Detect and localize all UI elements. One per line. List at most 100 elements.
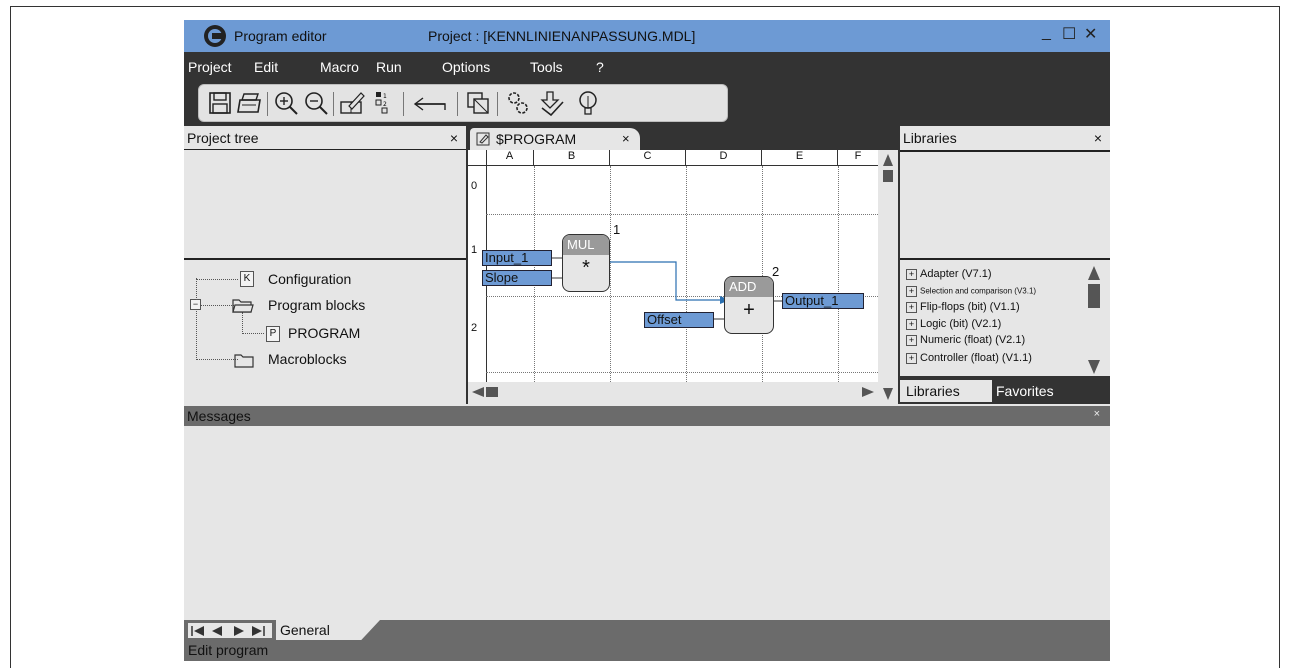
tab-libraries[interactable]: Libraries: [900, 380, 992, 402]
tab-close-button[interactable]: ×: [622, 131, 630, 146]
maximize-button[interactable]: ☐: [1062, 24, 1076, 44]
first-tab-icon[interactable]: [188, 623, 206, 638]
toolbar-separator: [267, 92, 268, 116]
copy-block-icon[interactable]: [465, 90, 491, 116]
window-title: Program editor: [234, 28, 327, 44]
mul-block[interactable]: MUL *: [562, 234, 610, 292]
scroll-up-icon[interactable]: [883, 154, 893, 166]
tree-item-program-blocks[interactable]: Program blocks: [268, 297, 365, 313]
libraries-scrollbar[interactable]: [1084, 266, 1104, 374]
settings-icon[interactable]: [505, 90, 531, 116]
scroll-down-icon[interactable]: [1088, 360, 1100, 374]
editor-tab-bar: $PROGRAM ×: [468, 126, 898, 150]
editor-horizontal-scrollbar[interactable]: [468, 382, 878, 404]
app-logo-icon: [204, 25, 226, 47]
scroll-thumb[interactable]: [883, 170, 893, 182]
tab-favorites[interactable]: Favorites: [990, 380, 1106, 402]
messages-tab-bar: General: [184, 620, 1110, 640]
configuration-icon: K: [240, 271, 254, 287]
svg-text:2: 2: [383, 101, 387, 108]
library-item[interactable]: + Numeric (float) (V2.1): [906, 334, 1025, 346]
tree-line: [196, 279, 238, 280]
multiply-symbol: *: [582, 257, 590, 279]
minimize-button[interactable]: _: [1042, 24, 1051, 42]
block-number: 1: [613, 222, 621, 237]
library-item-label: Logic (bit) (V2.1): [920, 318, 1002, 330]
project-tree-close-button[interactable]: ×: [450, 130, 458, 146]
tree-item-program[interactable]: PROGRAM: [288, 325, 360, 341]
scroll-right-icon[interactable]: [862, 387, 874, 397]
libraries-close-button[interactable]: ×: [1094, 130, 1102, 146]
bulb-icon[interactable]: [575, 90, 601, 116]
tab-label: General: [280, 622, 330, 638]
menu-options[interactable]: Options: [442, 59, 490, 75]
editor-vertical-scrollbar[interactable]: [878, 150, 898, 404]
program-icon: P: [266, 326, 280, 342]
signal-input-1[interactable]: Input_1: [482, 250, 552, 266]
library-item[interactable]: + Logic (bit) (V2.1): [906, 318, 1001, 330]
scroll-thumb[interactable]: [1088, 284, 1100, 308]
numbering-icon[interactable]: 1 2: [371, 90, 397, 116]
folder-open-icon: [232, 299, 254, 313]
menu-help[interactable]: ?: [596, 59, 604, 75]
block-number: 2: [772, 264, 780, 279]
close-button[interactable]: ✕: [1084, 24, 1097, 44]
edit-icon: [476, 132, 490, 146]
library-item-label: Adapter (V7.1): [920, 268, 992, 280]
download-icon[interactable]: [539, 90, 565, 116]
library-item[interactable]: + Selection and comparison (V3.1): [906, 286, 1036, 297]
print-icon[interactable]: [237, 90, 263, 116]
status-bar: Edit program: [184, 640, 1110, 661]
menu-run[interactable]: Run: [376, 59, 402, 75]
tab-general[interactable]: General: [276, 620, 380, 640]
project-tree: − K Configuration Program blocks P PROGR…: [184, 262, 466, 402]
toolbar-separator: [403, 92, 404, 116]
tab-label: $PROGRAM: [496, 131, 577, 147]
library-item[interactable]: + Adapter (V7.1): [906, 268, 992, 280]
undo-icon[interactable]: [411, 90, 451, 116]
library-item[interactable]: + Flip-flops (bit) (V1.1): [906, 301, 1020, 313]
scroll-thumb[interactable]: [486, 387, 498, 397]
add-block[interactable]: ADD +: [724, 276, 774, 334]
messages-close-button[interactable]: ×: [1094, 408, 1100, 420]
edit-block-icon[interactable]: [339, 90, 365, 116]
scroll-left-icon[interactable]: [472, 387, 484, 397]
library-item[interactable]: + Controller (float) (V1.1): [906, 352, 1032, 364]
menu-macro[interactable]: Macro: [320, 59, 359, 75]
next-tab-icon[interactable]: [230, 623, 248, 638]
library-item-label: Flip-flops (bit) (V1.1): [920, 301, 1020, 313]
libraries-upper-pane: [900, 150, 1110, 260]
collapse-toggle[interactable]: −: [190, 299, 201, 310]
project-tree-upper-pane: [184, 150, 466, 260]
block-name: MUL: [563, 235, 609, 255]
tab-navigation: [188, 623, 272, 638]
menu-project[interactable]: Project: [188, 59, 232, 75]
tree-item-configuration[interactable]: Configuration: [268, 271, 351, 287]
signal-output-1[interactable]: Output_1: [782, 293, 864, 309]
scroll-up-icon[interactable]: [1088, 266, 1100, 280]
libraries-header: Libraries ×: [900, 126, 1110, 150]
project-tree-header: Project tree ×: [184, 126, 466, 150]
previous-tab-icon[interactable]: [208, 623, 226, 638]
save-icon[interactable]: [207, 90, 233, 116]
menu-edit[interactable]: Edit: [254, 59, 278, 75]
library-item-label: Numeric (float) (V2.1): [920, 334, 1026, 346]
block-name: ADD: [725, 277, 773, 297]
toolbar-area: 1 2: [184, 82, 1110, 126]
signal-slope[interactable]: Slope: [482, 270, 552, 286]
signal-offset[interactable]: Offset: [644, 312, 714, 328]
folder-icon: [234, 354, 254, 368]
title-bar: Program editor Project : [KENNLINIENANPA…: [184, 20, 1110, 52]
toolbar-separator: [457, 92, 458, 116]
tab-program[interactable]: $PROGRAM ×: [470, 128, 640, 150]
libraries-list: + Adapter (V7.1) + Selection and compariso…: [900, 262, 1110, 376]
toolbar-separator: [333, 92, 334, 116]
zoom-in-icon[interactable]: [273, 90, 299, 116]
tree-line: [242, 333, 264, 334]
program-canvas[interactable]: A B C D E F 0 1 2 Input_1 Slope Offset O…: [468, 150, 878, 382]
menu-tools[interactable]: Tools: [530, 59, 563, 75]
tree-item-macroblocks[interactable]: Macroblocks: [268, 351, 347, 367]
zoom-out-icon[interactable]: [303, 90, 329, 116]
scroll-down-icon[interactable]: [883, 388, 893, 400]
last-tab-icon[interactable]: [250, 623, 268, 638]
